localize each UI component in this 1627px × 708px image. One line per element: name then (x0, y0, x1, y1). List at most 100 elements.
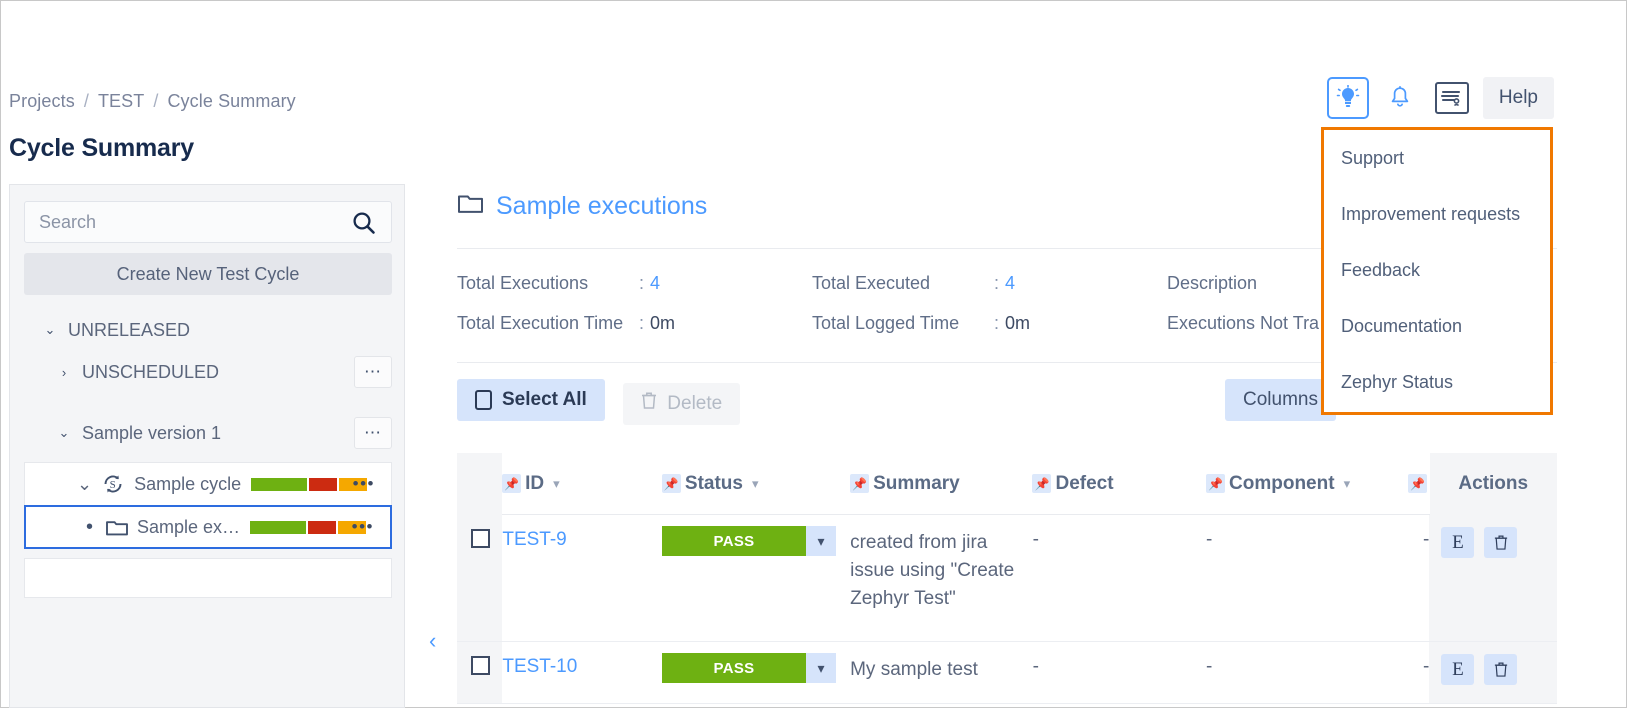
search-icon[interactable] (351, 210, 377, 241)
app-root: Projects / TEST / Cycle Summary Cycle Summar… (0, 0, 1627, 708)
help-button[interactable]: Help (1482, 77, 1554, 119)
row-status-cell[interactable]: PASS ▾ (662, 642, 850, 703)
sidebar-item-unreleased[interactable]: ⌄ UNRELEASED (10, 309, 406, 351)
pin-icon[interactable]: 📌 (1407, 474, 1427, 493)
column-header-label: Summary (873, 472, 960, 494)
delete-execution-button[interactable] (1484, 527, 1518, 558)
summary-total-logged-time: Total Logged Time : 0m (812, 313, 1167, 334)
select-all-button[interactable]: Select All (457, 379, 605, 421)
search-box[interactable] (24, 201, 392, 243)
row-summary-cell: My sample test (850, 659, 978, 680)
lightbulb-icon[interactable] (1326, 77, 1369, 119)
help-menu-item-feedback[interactable]: Feedback (1324, 242, 1550, 298)
status-badge[interactable]: PASS (662, 526, 807, 556)
folder-title-label[interactable]: Sample executions (496, 192, 707, 221)
sidebar-item-sample-executions[interactable]: • Sample ex… ••• (24, 505, 392, 549)
row-defect-cell: - (1032, 656, 1039, 677)
pin-icon[interactable]: 📌 (502, 474, 522, 493)
column-header-actions-pin[interactable]: 📌 (1407, 474, 1430, 493)
sidebar-item-menu-button[interactable]: ••• (353, 474, 375, 494)
chevron-down-icon[interactable]: ⌄ (42, 322, 58, 338)
create-new-test-cycle-label: Create New Test Cycle (116, 263, 300, 284)
sidebar-item-unscheduled[interactable]: › UNSCHEDULED ⋯ (10, 351, 406, 393)
column-header-id[interactable]: 📌 ID ▾ (502, 473, 662, 495)
row-id-link[interactable]: TEST-10 (502, 656, 577, 677)
pin-icon[interactable]: 📌 (661, 474, 681, 493)
row-component-cell: - (1206, 656, 1213, 677)
sidebar-item-partial[interactable] (24, 558, 392, 598)
column-header-label: Actions (1458, 472, 1529, 494)
sidebar-item-menu-button[interactable]: ⋯ (354, 417, 392, 449)
help-menu-item-improvement-requests[interactable]: Improvement requests (1324, 186, 1550, 242)
chevron-down-icon[interactable]: ▾ (752, 476, 759, 492)
create-new-test-cycle-button[interactable]: Create New Test Cycle (24, 253, 392, 295)
accessibility-icon[interactable] (1431, 77, 1473, 119)
columns-label: Columns (1243, 389, 1318, 410)
column-header-summary[interactable]: 📌 Summary (850, 473, 1032, 495)
table-row[interactable]: TEST-9 PASS ▾ created from jira issue usi… (457, 515, 1557, 642)
folder-progress-bar (250, 520, 367, 534)
delete-execution-button[interactable] (1484, 654, 1518, 685)
summary-value: 0m (1005, 312, 1031, 333)
sidebar-item-sample-version-1[interactable]: ⌄ Sample version 1 ⋯ (10, 412, 406, 454)
breadcrumb-item-cycle-summary[interactable]: Cycle Summary (167, 91, 295, 111)
row-checkbox-cell[interactable] (457, 642, 503, 703)
progress-segment-pass (251, 477, 308, 491)
chevron-down-icon[interactable]: ⌄ (77, 474, 92, 495)
row-status-cell[interactable]: PASS ▾ (662, 515, 850, 641)
pin-icon[interactable]: 📌 (850, 474, 870, 493)
table-row[interactable]: TEST-10 PASS ▾ My sample test - - - E (457, 642, 1557, 704)
collapse-sidebar-handle[interactable]: ‹ (429, 628, 436, 654)
progress-segment-fail (308, 520, 337, 534)
bell-icon[interactable] (1379, 77, 1421, 119)
row-checkbox[interactable] (471, 529, 490, 548)
folder-icon (93, 517, 129, 537)
chevron-down-icon[interactable]: ▾ (806, 653, 837, 683)
chevron-down-icon[interactable]: ▾ (553, 476, 560, 492)
help-menu-item-support[interactable]: Support (1324, 130, 1550, 186)
row-id-link[interactable]: TEST-9 (502, 529, 566, 550)
help-label: Help (1498, 87, 1538, 108)
select-all-label: Select All (502, 389, 587, 410)
summary-label: Description (1167, 272, 1258, 293)
chevron-right-icon[interactable]: › (56, 365, 72, 380)
chevron-down-icon[interactable]: ▾ (806, 526, 837, 556)
delete-button[interactable]: Delete (623, 382, 741, 425)
folder-title: Sample executions (457, 191, 707, 222)
chevron-down-icon[interactable]: ⌄ (56, 425, 72, 441)
table-header-row: 📌 ID ▾ 📌 Status ▾ 📌 Summary 📌 Defect 📌 C… (457, 452, 1557, 515)
cycle-icon: S (92, 473, 125, 495)
progress-segment-pass (250, 520, 307, 534)
executions-table: 📌 ID ▾ 📌 Status ▾ 📌 Summary 📌 Defect 📌 C… (457, 452, 1557, 704)
edit-execution-button[interactable]: E (1441, 527, 1475, 558)
sidebar-item-menu-button[interactable]: ••• (352, 517, 374, 537)
pin-icon[interactable]: 📌 (1206, 474, 1226, 493)
pin-icon[interactable]: 📌 (1032, 474, 1052, 493)
edit-execution-button[interactable]: E (1441, 654, 1475, 685)
accessibility-glyph (1434, 82, 1469, 114)
row-checkbox[interactable] (471, 656, 490, 675)
column-header-component[interactable]: 📌 Component ▾ (1206, 473, 1408, 495)
summary-value: 4 (650, 272, 661, 293)
column-header-status[interactable]: 📌 Status ▾ (661, 473, 850, 495)
sidebar-item-sample-cycle[interactable]: ⌄ S Sample cycle ••• (24, 462, 392, 506)
row-id-cell[interactable]: TEST-10 (502, 642, 662, 703)
sidebar-item-label: UNRELEASED (68, 319, 191, 340)
summary-label: Total Executed (812, 272, 931, 293)
top-right-toolbar: Help (1326, 77, 1554, 119)
chevron-down-icon[interactable]: ▾ (1344, 476, 1351, 492)
status-badge[interactable]: PASS (662, 653, 807, 683)
columns-button[interactable]: Columns (1225, 379, 1336, 421)
row-id-cell[interactable]: TEST-9 (502, 515, 662, 641)
breadcrumb-item-projects[interactable]: Projects (9, 91, 75, 111)
row-checkbox-cell[interactable] (457, 515, 503, 641)
row-actions-cell: E (1429, 515, 1557, 641)
sidebar-item-label: UNSCHEDULED (82, 361, 220, 382)
sidebar-item-label: Sample cycle (134, 473, 242, 494)
help-menu-item-zephyr-status[interactable]: Zephyr Status (1324, 354, 1550, 410)
search-input[interactable] (25, 211, 325, 233)
sidebar-item-menu-button[interactable]: ⋯ (354, 356, 392, 388)
help-menu-item-documentation[interactable]: Documentation (1324, 298, 1550, 354)
breadcrumb-item-test[interactable]: TEST (98, 91, 144, 111)
column-header-defect[interactable]: 📌 Defect (1032, 473, 1206, 495)
